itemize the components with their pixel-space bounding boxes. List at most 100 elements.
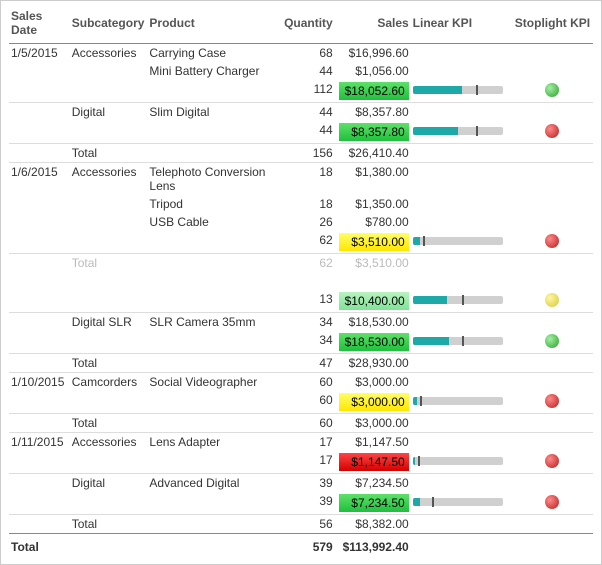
cell-stoplight-kpi bbox=[512, 195, 593, 213]
cell-linear-kpi bbox=[411, 391, 512, 414]
cell-stoplight-kpi bbox=[512, 313, 593, 332]
cell-quantity: 13 bbox=[279, 290, 335, 313]
cell-quantity: 62 bbox=[279, 231, 335, 254]
cell-linear-kpi bbox=[411, 231, 512, 254]
cell-linear-kpi bbox=[411, 331, 512, 354]
cell-product: Telephoto Conversion Lens bbox=[147, 163, 279, 196]
cell-date: 1/5/2015 bbox=[9, 44, 70, 63]
table-row: Total47$28,930.00 bbox=[9, 354, 593, 373]
cell-sales: $1,350.00 bbox=[335, 195, 411, 213]
cell-date bbox=[9, 414, 70, 433]
table-row: 17$1,147.50 bbox=[9, 451, 593, 474]
cell-quantity: 39 bbox=[279, 474, 335, 493]
kpi-highlight: $7,234.50 bbox=[339, 494, 409, 512]
cell-stoplight-kpi bbox=[512, 290, 593, 313]
table-row: 34$18,530.00 bbox=[9, 331, 593, 354]
cell-product: Slim Digital bbox=[147, 103, 279, 122]
cell-date bbox=[9, 213, 70, 231]
cell-date bbox=[9, 354, 70, 373]
cell-subcategory: Total bbox=[70, 515, 148, 534]
cell-stoplight-kpi bbox=[512, 62, 593, 80]
cell-product bbox=[147, 254, 279, 273]
cell-date bbox=[9, 80, 70, 103]
cell-product: Carrying Case bbox=[147, 44, 279, 63]
linear-kpi-bar bbox=[413, 237, 503, 245]
cell-product: Advanced Digital bbox=[147, 474, 279, 493]
table-row: 39$7,234.50 bbox=[9, 492, 593, 515]
linear-kpi-tick bbox=[462, 336, 464, 346]
cell-quantity: 44 bbox=[279, 121, 335, 144]
stoplight-green-icon bbox=[545, 83, 559, 97]
cell-product bbox=[147, 391, 279, 414]
kpi-highlight: $8,357.80 bbox=[339, 123, 409, 141]
cell-stoplight-kpi bbox=[512, 474, 593, 493]
linear-kpi-fill bbox=[413, 457, 416, 465]
cell-subcategory bbox=[70, 451, 148, 474]
kpi-highlight: $3,000.00 bbox=[339, 393, 409, 411]
cell-linear-kpi bbox=[411, 254, 512, 273]
cell-sales: $1,380.00 bbox=[335, 163, 411, 196]
cell-sales: $26,410.40 bbox=[335, 144, 411, 163]
cell-product bbox=[147, 144, 279, 163]
cell-date bbox=[9, 451, 70, 474]
kpi-highlight: $1,147.50 bbox=[339, 453, 409, 471]
cell-quantity: 156 bbox=[279, 144, 335, 163]
table-row: 60$3,000.00 bbox=[9, 391, 593, 414]
cell-subcategory: Digital bbox=[70, 103, 148, 122]
cell-date: 1/11/2015 bbox=[9, 433, 70, 452]
cell-linear-kpi bbox=[411, 492, 512, 515]
cell-date bbox=[9, 515, 70, 534]
cell-subcategory bbox=[70, 80, 148, 103]
cell-product: SLR Camera 35mm bbox=[147, 313, 279, 332]
cell-sales: $8,357.80 bbox=[335, 121, 411, 144]
stoplight-red-icon bbox=[545, 454, 559, 468]
kpi-highlight: $3,510.00 bbox=[339, 233, 409, 251]
cell-product bbox=[147, 515, 279, 534]
cell-sales: $3,510.00 bbox=[335, 254, 411, 273]
cell-subcategory bbox=[70, 290, 148, 313]
cell-linear-kpi bbox=[411, 354, 512, 373]
cell-subcategory: Accessories bbox=[70, 433, 148, 452]
table-row: DigitalAdvanced Digital39$7,234.50 bbox=[9, 474, 593, 493]
cell-subcategory: Total bbox=[70, 254, 148, 273]
cell-sales: $780.00 bbox=[335, 213, 411, 231]
cell-date bbox=[9, 492, 70, 515]
cell-quantity: 60 bbox=[279, 391, 335, 414]
cell-date bbox=[9, 254, 70, 273]
cell-date bbox=[9, 144, 70, 163]
cell-quantity: 44 bbox=[279, 62, 335, 80]
stoplight-yellow-icon bbox=[545, 293, 559, 307]
cell-date bbox=[9, 121, 70, 144]
cell-subcategory bbox=[70, 231, 148, 254]
cell-subcategory: Accessories bbox=[70, 163, 148, 196]
table-row: Tripod18$1,350.00 bbox=[9, 195, 593, 213]
linear-kpi-fill bbox=[413, 498, 420, 506]
cell-linear-kpi bbox=[411, 163, 512, 196]
cell-stoplight-kpi bbox=[512, 451, 593, 474]
cell-subcategory bbox=[70, 213, 148, 231]
cell-product: Social Videographer bbox=[147, 373, 279, 392]
cell-linear-kpi bbox=[411, 373, 512, 392]
cell-linear-kpi bbox=[411, 44, 512, 63]
linear-kpi-fill bbox=[413, 337, 449, 345]
table-row: 13$10,400.00 bbox=[9, 290, 593, 313]
cell-subcategory bbox=[70, 195, 148, 213]
cell-stoplight-kpi bbox=[512, 80, 593, 103]
cell-quantity: 62 bbox=[279, 254, 335, 273]
linear-kpi-tick bbox=[432, 497, 434, 507]
table-row: Total156$26,410.40 bbox=[9, 144, 593, 163]
kpi-highlight: $10,400.00 bbox=[339, 292, 409, 310]
cell-date bbox=[9, 474, 70, 493]
cell-stoplight-kpi bbox=[512, 231, 593, 254]
cell-sales: $28,930.00 bbox=[335, 354, 411, 373]
cell-linear-kpi bbox=[411, 451, 512, 474]
linear-kpi-fill bbox=[413, 86, 463, 94]
cell-linear-kpi bbox=[411, 290, 512, 313]
cell-linear-kpi bbox=[411, 62, 512, 80]
table-row: USB Cable26$780.00 bbox=[9, 213, 593, 231]
cell-subcategory bbox=[70, 391, 148, 414]
linear-kpi-bar bbox=[413, 397, 503, 405]
cell-quantity: 18 bbox=[279, 195, 335, 213]
table-row: Total56$8,382.00 bbox=[9, 515, 593, 534]
cell-quantity: 34 bbox=[279, 331, 335, 354]
